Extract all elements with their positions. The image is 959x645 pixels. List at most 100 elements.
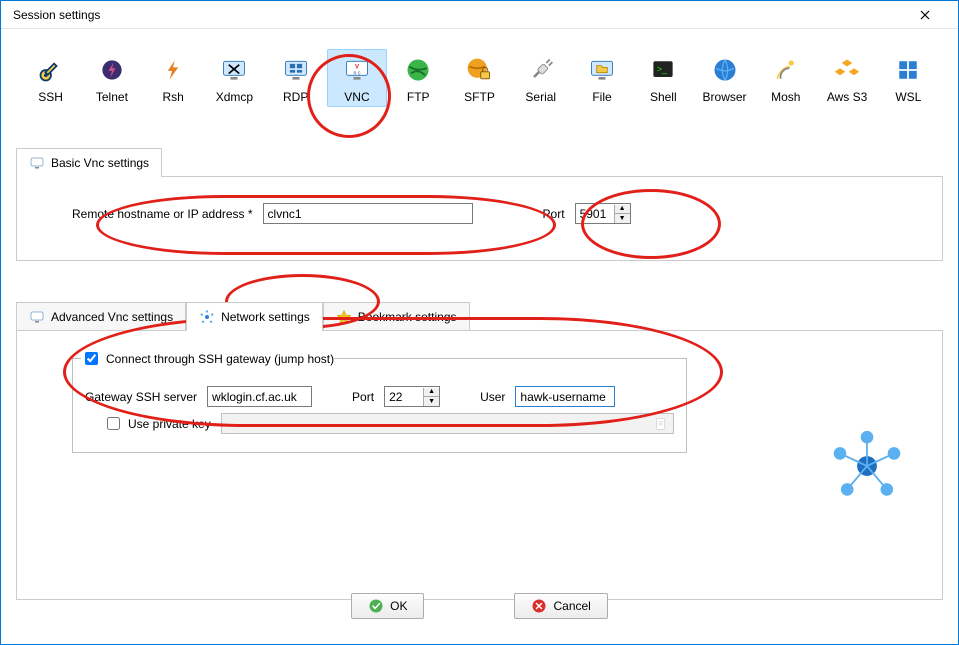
monitor-folder-icon bbox=[586, 54, 618, 86]
content-area: SSH Telnet Rsh Xdmcp bbox=[1, 29, 958, 610]
tab-label: Advanced Vnc settings bbox=[51, 310, 173, 324]
gateway-port-spinner[interactable]: ▲ ▼ bbox=[384, 386, 440, 407]
tab-basic-vnc[interactable]: Basic Vnc settings bbox=[16, 148, 162, 177]
gateway-user-label: User bbox=[480, 390, 505, 404]
plug-icon bbox=[525, 54, 557, 86]
check-circle-icon bbox=[368, 598, 384, 614]
spin-up-icon[interactable]: ▲ bbox=[614, 205, 630, 214]
tab-label: Network settings bbox=[221, 310, 310, 324]
globe-icon bbox=[402, 54, 434, 86]
cancel-button-label: Cancel bbox=[553, 599, 590, 613]
network-decorative-icon bbox=[822, 421, 912, 514]
close-icon bbox=[920, 10, 930, 20]
session-type-label: WSL bbox=[882, 90, 935, 104]
hostname-input[interactable] bbox=[263, 203, 473, 224]
monitor-windows-icon bbox=[280, 54, 312, 86]
private-key-checkbox-label[interactable]: Use private key bbox=[103, 414, 211, 433]
session-type-ftp[interactable]: FTP bbox=[389, 49, 448, 107]
monitor-x-icon bbox=[218, 54, 250, 86]
port-input[interactable] bbox=[576, 204, 614, 223]
gateway-legend: Connect through SSH gateway (jump host) bbox=[81, 349, 334, 368]
spin-down-icon[interactable]: ▼ bbox=[614, 214, 630, 223]
port-spinner[interactable]: ▲ ▼ bbox=[575, 203, 631, 224]
gateway-server-input[interactable] bbox=[207, 386, 312, 407]
session-type-vnc[interactable]: Vn c VNC bbox=[327, 49, 386, 107]
terminal-icon: >_ bbox=[647, 54, 679, 86]
session-type-label: Rsh bbox=[147, 90, 200, 104]
ok-button-label: OK bbox=[390, 599, 407, 613]
session-type-label: Xdmcp bbox=[208, 90, 261, 104]
session-type-label: FTP bbox=[392, 90, 445, 104]
session-type-browser[interactable]: Browser bbox=[695, 49, 754, 107]
private-key-label: Use private key bbox=[128, 417, 211, 431]
session-type-label: SFTP bbox=[453, 90, 506, 104]
spin-up-icon[interactable]: ▲ bbox=[423, 388, 439, 397]
hostname-label: Remote hostname or IP address * bbox=[72, 207, 253, 221]
session-type-toolbar: SSH Telnet Rsh Xdmcp bbox=[16, 49, 943, 117]
port-label: Port bbox=[543, 207, 565, 221]
titlebar: Session settings bbox=[1, 1, 958, 29]
session-type-label: Mosh bbox=[759, 90, 812, 104]
network-tab-body: Connect through SSH gateway (jump host) … bbox=[16, 330, 943, 600]
tab-label: Bookmark settings bbox=[358, 310, 457, 324]
session-type-shell[interactable]: >_ Shell bbox=[634, 49, 693, 107]
network-icon bbox=[199, 309, 215, 325]
window-title: Session settings bbox=[11, 8, 100, 22]
session-type-label: Telnet bbox=[85, 90, 138, 104]
session-type-mosh[interactable]: Mosh bbox=[756, 49, 815, 107]
session-type-label: Aws S3 bbox=[820, 90, 873, 104]
tab-bookmark-settings[interactable]: Bookmark settings bbox=[323, 302, 470, 331]
basic-tab-body: Remote hostname or IP address * Port ▲ ▼ bbox=[16, 176, 943, 261]
session-type-sftp[interactable]: SFTP bbox=[450, 49, 509, 107]
globe-blue-icon bbox=[709, 54, 741, 86]
session-type-xdmcp[interactable]: Xdmcp bbox=[205, 49, 264, 107]
session-type-file[interactable]: File bbox=[572, 49, 631, 107]
session-type-serial[interactable]: Serial bbox=[511, 49, 570, 107]
session-type-rsh[interactable]: Rsh bbox=[144, 49, 203, 107]
session-type-label: Shell bbox=[637, 90, 690, 104]
dialog-button-row: OK Cancel bbox=[1, 593, 958, 619]
key-icon bbox=[35, 54, 67, 86]
monitor-vnc-icon: Vn c bbox=[341, 54, 373, 86]
cubes-icon bbox=[831, 54, 863, 86]
gateway-port-label: Port bbox=[352, 390, 374, 404]
gateway-user-input[interactable] bbox=[515, 386, 615, 407]
svg-text:>_: >_ bbox=[657, 64, 667, 74]
advanced-tabs-area: Advanced Vnc settings Network settings B… bbox=[16, 301, 943, 600]
gateway-checkbox-label[interactable]: Connect through SSH gateway (jump host) bbox=[81, 349, 334, 368]
session-type-label: Browser bbox=[698, 90, 751, 104]
tab-network-settings[interactable]: Network settings bbox=[186, 302, 323, 331]
tab-advanced-vnc[interactable]: Advanced Vnc settings bbox=[16, 302, 186, 331]
session-settings-window: Session settings SSH Telnet bbox=[0, 0, 959, 645]
lightning-icon bbox=[157, 54, 189, 86]
session-type-label: File bbox=[575, 90, 628, 104]
gateway-port-input[interactable] bbox=[385, 387, 423, 406]
private-key-checkbox[interactable] bbox=[107, 417, 120, 430]
ssh-gateway-fieldset: Connect through SSH gateway (jump host) … bbox=[72, 349, 687, 453]
windows-icon bbox=[892, 54, 924, 86]
close-button[interactable] bbox=[902, 1, 948, 29]
satellite-icon bbox=[770, 54, 802, 86]
gateway-checkbox[interactable] bbox=[85, 352, 98, 365]
session-type-label: SSH bbox=[24, 90, 77, 104]
session-type-label: RDP bbox=[269, 90, 322, 104]
svg-text:n c: n c bbox=[353, 70, 360, 76]
session-type-wsl[interactable]: WSL bbox=[879, 49, 938, 107]
monitor-vnc-icon bbox=[29, 309, 45, 325]
basic-tabs-area: Basic Vnc settings Remote hostname or IP… bbox=[16, 147, 943, 261]
tab-label: Basic Vnc settings bbox=[51, 156, 149, 170]
session-type-awss3[interactable]: Aws S3 bbox=[817, 49, 876, 107]
x-circle-icon bbox=[531, 598, 547, 614]
gateway-legend-text: Connect through SSH gateway (jump host) bbox=[106, 352, 334, 366]
cancel-button[interactable]: Cancel bbox=[514, 593, 607, 619]
session-type-label: Serial bbox=[514, 90, 567, 104]
gateway-server-label: Gateway SSH server bbox=[85, 390, 197, 404]
star-icon bbox=[336, 309, 352, 325]
session-type-ssh[interactable]: SSH bbox=[21, 49, 80, 107]
private-key-path-input bbox=[221, 413, 674, 434]
session-type-rdp[interactable]: RDP bbox=[266, 49, 325, 107]
lightning-icon bbox=[96, 54, 128, 86]
ok-button[interactable]: OK bbox=[351, 593, 424, 619]
session-type-telnet[interactable]: Telnet bbox=[82, 49, 141, 107]
spin-down-icon[interactable]: ▼ bbox=[423, 397, 439, 406]
